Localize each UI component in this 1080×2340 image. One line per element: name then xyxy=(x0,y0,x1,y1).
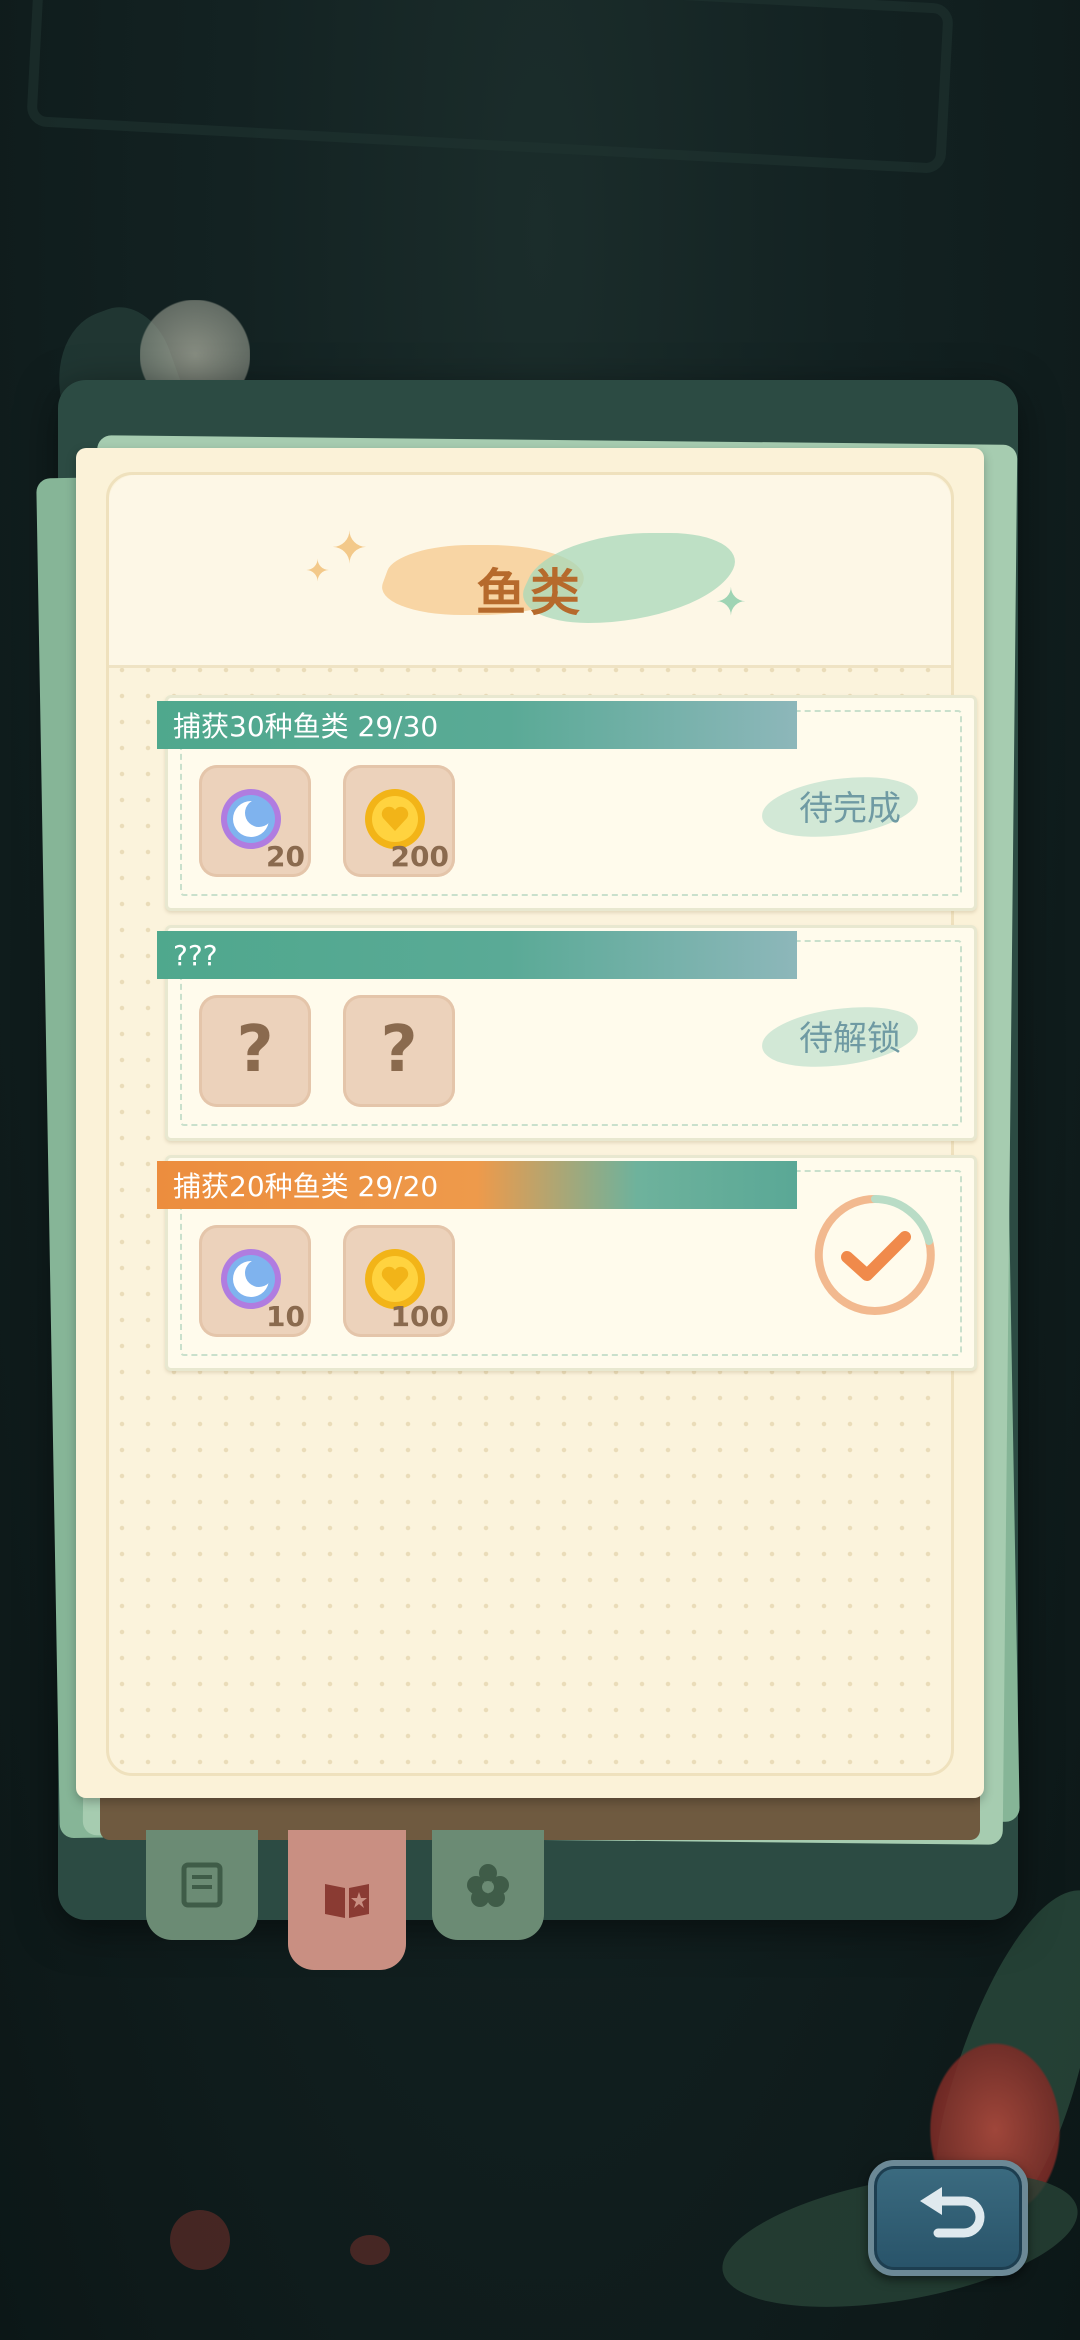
status-badge: 待完成 xyxy=(751,766,935,848)
tab-scroll[interactable] xyxy=(146,1830,258,1940)
task-label: 捕获30种鱼类 29/30 xyxy=(157,701,797,749)
panel-inner: ✦ ✦ ✦ 鱼类 捕获30种鱼类 29/30 20 200 待完成 ??? ? … xyxy=(106,472,977,1776)
checkmark-icon xyxy=(814,1194,935,1315)
reward-count: 10 xyxy=(266,1300,305,1333)
reward-item[interactable]: 100 xyxy=(343,1225,455,1337)
scroll-icon xyxy=(181,1862,223,1908)
reward-item[interactable]: 10 xyxy=(199,1225,311,1337)
task-card[interactable]: ??? ? ? 待解锁 xyxy=(157,925,977,1141)
task-label: 捕获20种鱼类 29/20 xyxy=(157,1161,797,1209)
reward-count: 20 xyxy=(266,840,305,873)
panel-header: ✦ ✦ ✦ 鱼类 xyxy=(109,475,951,668)
reward-count: 200 xyxy=(390,840,449,873)
background-frame xyxy=(26,0,954,174)
tab-flower[interactable] xyxy=(432,1830,544,1940)
back-button[interactable] xyxy=(868,2160,1028,2276)
status-text: 待解锁 xyxy=(799,1019,901,1059)
reward-item-locked[interactable]: ? xyxy=(199,995,311,1107)
background-petal xyxy=(350,2235,390,2265)
status-text: 待完成 xyxy=(799,789,901,829)
reward-item[interactable]: 200 xyxy=(343,765,455,877)
collection-panel: ✦ ✦ ✦ 鱼类 捕获30种鱼类 29/30 20 200 待完成 ??? ? … xyxy=(76,448,984,1798)
reward-item-locked[interactable]: ? xyxy=(343,995,455,1107)
question-mark-icon: ? xyxy=(380,1013,418,1087)
flower-icon xyxy=(467,1864,509,1907)
task-card[interactable]: 捕获20种鱼类 29/20 10 100 xyxy=(157,1155,977,1371)
background-petal xyxy=(170,2210,230,2270)
tab-book[interactable] xyxy=(288,1830,406,1970)
reward-item[interactable]: 20 xyxy=(199,765,311,877)
game-scene: ✦ ✦ ✦ 鱼类 捕获30种鱼类 29/30 20 200 待完成 ??? ? … xyxy=(0,0,1080,2340)
book-icon xyxy=(325,1884,369,1918)
status-badge: 待解锁 xyxy=(751,996,935,1078)
reward-count: 100 xyxy=(390,1300,449,1333)
question-mark-icon: ? xyxy=(236,1013,274,1087)
return-arrow-icon xyxy=(920,2187,985,2238)
task-card[interactable]: 捕获30种鱼类 29/30 20 200 待完成 xyxy=(157,695,977,911)
task-label: ??? xyxy=(157,931,797,979)
page-title: 鱼类 xyxy=(476,564,584,622)
